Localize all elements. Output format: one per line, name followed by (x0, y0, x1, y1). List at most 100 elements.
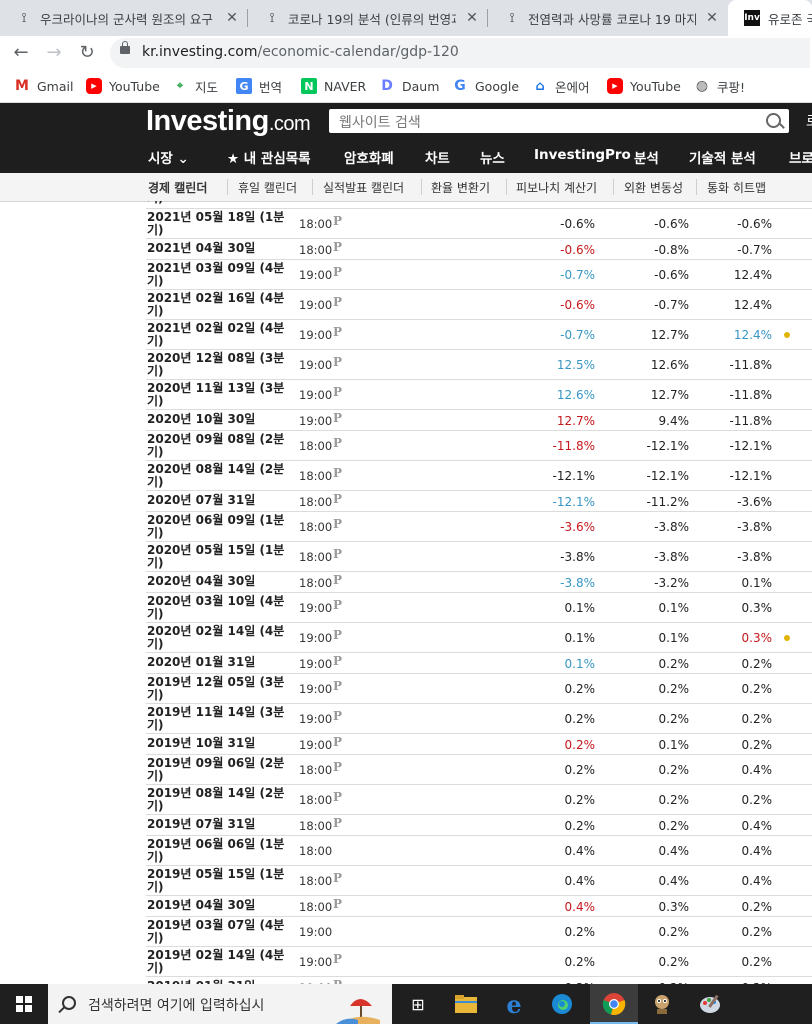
release-time: 18:00 (299, 576, 333, 590)
bookmark-coupang[interactable]: ◍ 쿠팡! (694, 76, 745, 96)
nav-crypto[interactable]: 암호화폐 (344, 147, 394, 167)
subnav-earnings-calendar[interactable]: 실적발표 캘린더 (323, 179, 404, 196)
table-row: 2020년 10월 30일 19:00 P 12.7% 9.4% -11.8% (146, 410, 812, 431)
forecast-value: -12.1% (646, 469, 689, 483)
release-time: 18:00 (299, 819, 333, 833)
actual-value: 0.2% (564, 763, 596, 777)
table-row: 2019년 02월 14일 (4분기) 19:00 P 0.2% 0.2% 0.2% (146, 947, 812, 977)
browser-tab-2[interactable]: ⟟ 코로나 19의 분석 (인류의 번영과 ✕ (248, 0, 488, 36)
bookmark-youtube-2[interactable]: ▶ YouTube (607, 76, 681, 96)
actual-value: 0.2% (564, 682, 596, 696)
bookmark-youtube[interactable]: ▶ YouTube (86, 76, 160, 96)
bookmark-onair[interactable]: ⌂ 온에어 (532, 76, 589, 96)
browser-tab-3[interactable]: ⟟ 전염력과 사망률 코로나 19 마지 ✕ (488, 0, 728, 36)
taskbar-search-box[interactable]: 검색하려면 여기에 입력하십시 (48, 984, 392, 1024)
address-bar[interactable]: kr.investing.com/economic-calendar/gdp-1… (110, 38, 810, 68)
browser-tab-4-active[interactable]: Inv 유로존 국 (728, 0, 812, 36)
revision-dot-icon[interactable] (784, 332, 790, 338)
bookmark-gmail[interactable]: M Gmail (14, 76, 73, 96)
calendar-sub-nav: 경제 캘린더 휴일 캘린더 실적발표 캘린더 환율 변환기 피보나치 계산기 외… (0, 173, 812, 202)
table-row: 2020년 05월 15일 (1분기) 18:00 P -3.8% -3.8% -3.8% (146, 542, 812, 572)
bookmark-maps[interactable]: ⌖ 지도 (172, 76, 218, 96)
edge-icon[interactable] (548, 990, 576, 1018)
back-arrow-icon[interactable]: ← (10, 42, 32, 64)
reload-icon[interactable]: ↻ (76, 42, 98, 64)
actual-value: 0.2% (564, 738, 596, 752)
nav-news[interactable]: 뉴스 (480, 147, 505, 167)
preliminary-icon: P (333, 295, 343, 309)
forecast-value: -3.8% (654, 550, 689, 564)
nav-investingpro[interactable]: InvestingPro (534, 147, 631, 163)
actual-value: -11.8% (552, 439, 595, 453)
subnav-heatmap[interactable]: 통화 히트맵 (707, 179, 766, 196)
release-time: 18:00 (299, 550, 333, 564)
internet-explorer-icon[interactable]: e (500, 990, 528, 1019)
search-icon[interactable] (766, 113, 781, 128)
actual-value: 12.7% (556, 414, 595, 428)
previous-value: 0.4% (741, 844, 773, 858)
table-row: 2019년 06월 06일 (1분기) 18:00 0.4% 0.4% 0.4% (146, 836, 812, 866)
chrome-icon[interactable] (600, 990, 628, 1018)
previous-value: 12.4% (733, 268, 772, 282)
preliminary-icon: P (333, 385, 343, 399)
release-date: 2020년 05월 15일 (1분기) (147, 543, 285, 570)
browser-tab-1[interactable]: ⟟ 우크라이나의 군사력 원조의 요구 ✕ (0, 0, 248, 36)
table-row: 2020년 04월 30일 18:00 P -3.8% -3.2% 0.1% (146, 572, 812, 593)
investing-logo[interactable]: Investing.com (146, 105, 311, 138)
site-search-input[interactable]: 웹사이트 검색 (329, 109, 789, 133)
release-date: 2020년 10월 30일 (147, 412, 256, 426)
nav-brokers[interactable]: 브로 (789, 147, 812, 167)
bookmark-naver[interactable]: N NAVER (301, 76, 366, 96)
table-row: 2020년 11월 13일 (3분기) 19:00 P 12.6% 12.7% -11.8… (146, 380, 812, 410)
forecast-value: -3.2% (654, 576, 689, 590)
nav-charts[interactable]: 차트 (425, 147, 450, 167)
table-row: 2021년 05월 18일 (1분기) 18:00 P -0.6% -0.6% -0.6% (146, 209, 812, 239)
actual-value: -3.6% (560, 520, 595, 534)
actual-value: -3.8% (560, 550, 595, 564)
bookmark-translate[interactable]: G 번역 (236, 76, 282, 96)
site-header: Investing.com 웹사이트 검색 로 시장 ⌄ ★ 내 관심목록 암호… (0, 103, 812, 173)
preliminary-icon: P (333, 573, 343, 587)
task-view-icon[interactable]: ⊞ (404, 990, 432, 1018)
subnav-economic-calendar[interactable]: 경제 캘린더 (148, 179, 207, 196)
close-icon[interactable]: ✕ (464, 10, 480, 26)
bookmark-daum[interactable]: D Daum (379, 76, 439, 96)
file-explorer-icon[interactable] (452, 990, 480, 1018)
app-icon[interactable] (648, 990, 676, 1018)
forecast-value: 0.3% (658, 900, 690, 914)
previous-value: -11.8% (729, 358, 772, 372)
nav-markets[interactable]: 시장 ⌄ (148, 147, 189, 167)
subnav-fx-volatility[interactable]: 외환 변동성 (624, 179, 683, 196)
nav-watchlist[interactable]: ★ 내 관심목록 (227, 147, 311, 167)
taskbar-search-text: 검색하려면 여기에 입력하십시 (88, 998, 265, 1014)
nav-technical[interactable]: 기술적 분석 (689, 147, 756, 167)
globe-icon: ◍ (695, 78, 709, 94)
map-icon: ⌖ (176, 79, 184, 92)
subnav-holiday-calendar[interactable]: 휴일 캘린더 (238, 179, 297, 196)
header-extra-text[interactable]: 로 (806, 111, 812, 131)
previous-value: 0.4% (741, 763, 773, 777)
close-icon[interactable]: ✕ (704, 10, 720, 26)
previous-value: -12.1% (729, 439, 772, 453)
subnav-currency-converter[interactable]: 환율 변환기 (431, 179, 490, 196)
table-row: 2019년 01월 31일19:00P0.2%0.2%0.2% (146, 977, 812, 984)
release-date: 2021년 05월 18일 (1분기) (147, 210, 285, 237)
actual-value: 0.1% (564, 631, 596, 645)
actual-value: -0.6% (560, 243, 595, 257)
release-date: 2020년 01월 31일 (147, 655, 256, 669)
nav-analysis[interactable]: 분석 (634, 147, 659, 167)
actual-value: 0.4% (564, 900, 596, 914)
subnav-fibonacci[interactable]: 피보나치 계산기 (516, 179, 597, 196)
actual-value: 0.1% (564, 601, 596, 615)
revision-dot-icon[interactable] (784, 635, 790, 641)
actual-value: -12.1% (552, 495, 595, 509)
lock-icon (120, 41, 130, 54)
windows-start-icon[interactable] (16, 996, 32, 1012)
previous-value: 0.4% (741, 874, 773, 888)
forward-arrow-icon[interactable]: → (43, 42, 65, 64)
release-date: 2020년 08월 14일 (2분기) (147, 462, 285, 489)
bookmark-google[interactable]: G Google (452, 76, 519, 96)
close-icon[interactable]: ✕ (224, 10, 240, 26)
paint-icon[interactable] (696, 990, 724, 1018)
forecast-value: 0.2% (658, 657, 690, 671)
